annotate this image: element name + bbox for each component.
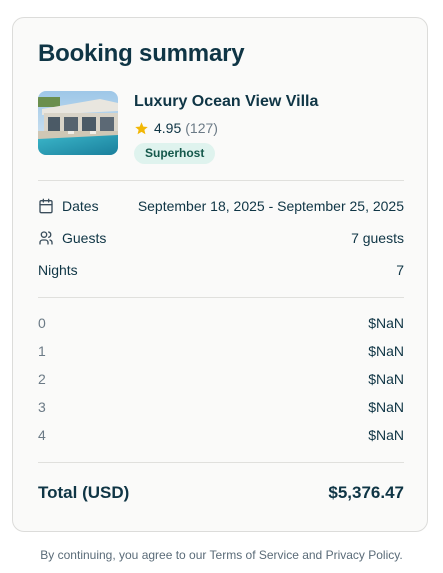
superhost-badge: Superhost (134, 143, 216, 164)
booking-summary-card: Booking summary Luxury Ocean View Villa … (12, 17, 428, 532)
dates-row: Dates September 18, 2025 - September 25,… (38, 198, 404, 214)
price-line-value: $NaN (368, 399, 404, 415)
total-label: Total (USD) (38, 483, 130, 502)
villa-photo (38, 91, 118, 155)
price-line-label: 2 (38, 371, 46, 387)
total-value: $5,376.47 (328, 483, 404, 502)
nights-value: 7 (396, 262, 404, 278)
review-count: (127) (185, 120, 218, 136)
guests-row: Guests 7 guests (38, 230, 404, 246)
dates-value: September 18, 2025 - September 25, 2025 (137, 198, 404, 214)
dates-label: Dates (62, 198, 99, 214)
price-line-value: $NaN (368, 343, 404, 359)
guests-label: Guests (62, 230, 107, 246)
price-line: 4 $NaN (38, 427, 404, 443)
price-line-label: 4 (38, 427, 46, 443)
nights-row: Nights 7 (38, 262, 404, 278)
rating-score: 4.95 (154, 120, 182, 136)
price-line: 3 $NaN (38, 399, 404, 415)
divider (38, 180, 404, 181)
price-line-label: 1 (38, 343, 46, 359)
total-row: Total (USD) $5,376.47 (38, 483, 404, 503)
price-line-value: $NaN (368, 427, 404, 443)
price-line: 0 $NaN (38, 315, 404, 331)
rating: 4.95 (127) (134, 120, 218, 136)
users-icon (39, 231, 53, 245)
terms-notice: By continuing, you agree to our Terms of… (40, 548, 403, 562)
nights-label: Nights (38, 262, 78, 278)
page-title: Booking summary (38, 40, 245, 67)
price-line-value: $NaN (368, 371, 404, 387)
price-line: 1 $NaN (38, 343, 404, 359)
price-line: 2 $NaN (38, 371, 404, 387)
property-name: Luxury Ocean View Villa (134, 93, 319, 110)
price-line-label: 0 (38, 315, 46, 331)
divider (38, 297, 404, 298)
guests-value: 7 guests (351, 230, 404, 246)
calendar-icon (39, 198, 53, 214)
divider (38, 462, 404, 463)
price-line-label: 3 (38, 399, 46, 415)
price-line-value: $NaN (368, 315, 404, 331)
star-icon (135, 121, 148, 134)
